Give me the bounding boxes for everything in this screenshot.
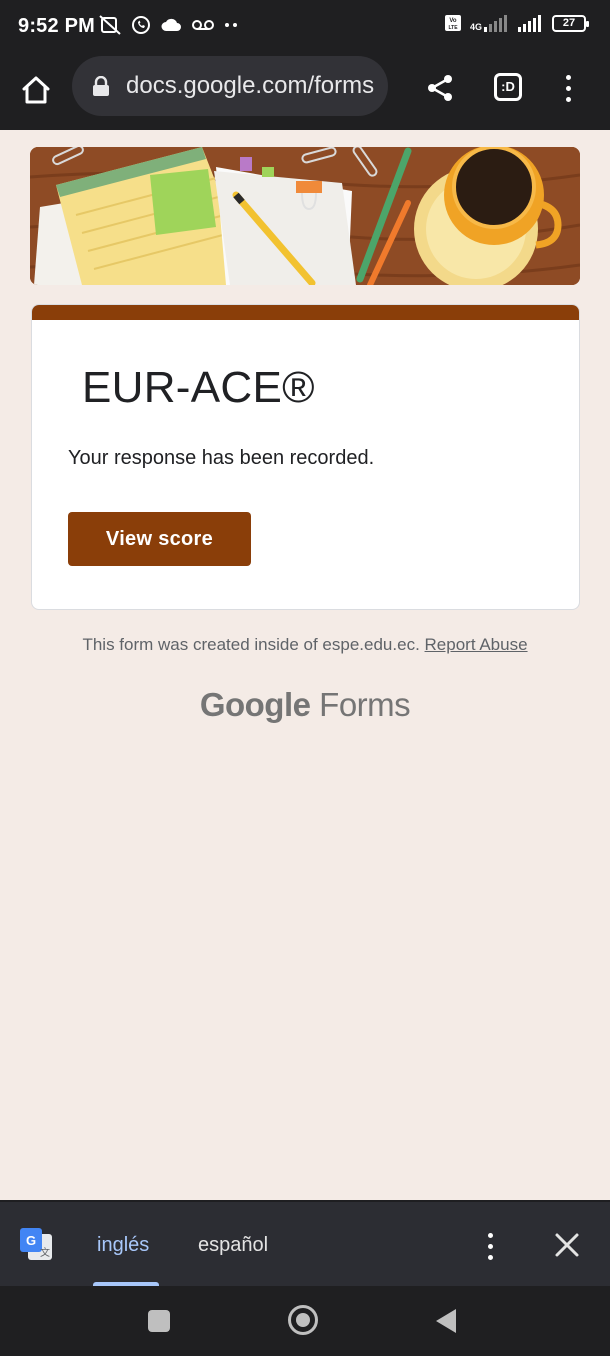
tab-switcher-icon[interactable]: :D	[494, 73, 522, 101]
signal-icon-1	[484, 15, 507, 32]
form-header-banner	[30, 147, 580, 285]
svg-text:G: G	[26, 1233, 36, 1248]
confirmation-card: EUR-ACE® Your response has been recorded…	[31, 304, 580, 610]
translate-more-icon[interactable]	[480, 1230, 500, 1262]
google-translate-icon[interactable]: G 文	[18, 1226, 54, 1262]
signal-4g: 4G	[470, 14, 510, 32]
menu-dot	[565, 75, 571, 80]
form-origin-text: This form was created inside of espe.edu…	[82, 635, 420, 654]
svg-text:Vo: Vo	[449, 18, 457, 24]
status-bar: 9:52 PM Vo LTE 4G 27	[0, 0, 610, 56]
form-title: EUR-ACE®	[82, 363, 315, 412]
menu-dot	[565, 97, 571, 102]
menu-dot	[565, 86, 571, 91]
nav-home-icon[interactable]	[288, 1305, 318, 1335]
svg-text:文: 文	[40, 1246, 50, 1259]
url-bar[interactable]: docs.google.com/forms	[72, 56, 388, 116]
mute-vibrate-icon	[99, 15, 121, 35]
card-accent-bar	[32, 305, 579, 320]
svg-text:LTE: LTE	[448, 25, 458, 31]
menu-dot	[487, 1233, 493, 1238]
browser-toolbar: docs.google.com/forms :D	[0, 56, 610, 130]
volte-icon: Vo LTE	[444, 15, 461, 31]
back-icon[interactable]	[434, 1308, 458, 1334]
language-tab-spanish[interactable]: español	[198, 1234, 268, 1257]
home-icon[interactable]	[18, 72, 54, 108]
close-icon[interactable]	[552, 1230, 582, 1260]
report-abuse-link[interactable]: Report Abuse	[425, 635, 528, 654]
translate-bar: G 文 inglés español	[0, 1200, 610, 1287]
network-type-label: 4G	[469, 22, 482, 32]
whatsapp-icon	[132, 16, 150, 34]
system-navigation-bar	[0, 1286, 610, 1356]
url-text[interactable]: docs.google.com/forms	[126, 72, 374, 100]
menu-dot	[487, 1244, 493, 1249]
status-icons-right: Vo LTE 4G 27	[444, 14, 589, 32]
status-time: 9:52 PM	[18, 15, 95, 37]
more-vert-icon[interactable]	[558, 72, 578, 104]
google-forms-logo[interactable]: Google Forms	[0, 686, 610, 724]
desk-illustration	[30, 147, 580, 285]
more-notifications-icon	[225, 23, 237, 27]
confirmation-message: Your response has been recorded.	[68, 447, 375, 469]
voicemail-icon	[192, 20, 214, 30]
share-icon[interactable]	[424, 72, 456, 104]
language-tab-english[interactable]: inglés	[97, 1234, 149, 1257]
lock-icon[interactable]	[92, 76, 110, 96]
signal-icon-2	[518, 15, 541, 32]
forms-logo-text: Forms	[319, 686, 411, 723]
google-logo-text: Google	[199, 686, 311, 723]
battery-icon: 27	[552, 14, 589, 32]
cloud-icon	[161, 18, 181, 31]
recent-apps-icon[interactable]	[148, 1310, 170, 1332]
view-score-button[interactable]: View score	[68, 512, 251, 566]
status-icons-left	[98, 14, 238, 36]
menu-dot	[487, 1255, 493, 1260]
form-origin-note: This form was created inside of espe.edu…	[0, 635, 610, 655]
